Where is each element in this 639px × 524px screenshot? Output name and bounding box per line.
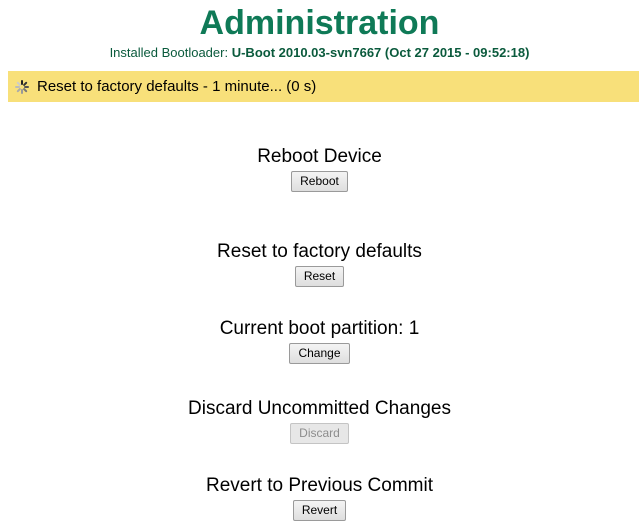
discard-heading: Discard Uncommitted Changes: [188, 398, 451, 419]
reboot-button[interactable]: Reboot: [291, 171, 348, 192]
revert-heading: Revert to Previous Commit: [205, 475, 433, 496]
bootloader-version: U-Boot 2010.03-svn7667 (Oct 27 2015 - 09…: [231, 45, 530, 60]
boot-partition-heading: Current boot partition: 1: [219, 318, 420, 339]
boot-partition-section: Current boot partition: 1 Change: [0, 318, 639, 364]
discard-section: Discard Uncommitted Changes Discard: [0, 398, 639, 444]
discard-button: Discard: [290, 423, 349, 444]
revert-button[interactable]: Revert: [292, 500, 347, 521]
page-title: Administration: [199, 4, 440, 42]
status-bar: Reset to factory defaults - 1 minute... …: [8, 71, 639, 102]
revert-section: Revert to Previous Commit Revert: [0, 475, 639, 521]
spinner-icon: [14, 79, 30, 95]
status-message: Reset to factory defaults - 1 minute... …: [37, 78, 317, 95]
reset-section: Reset to factory defaults Reset: [0, 241, 639, 287]
reset-heading: Reset to factory defaults: [217, 241, 422, 262]
bootloader-label: Installed Bootloader:: [109, 45, 229, 60]
admin-page: Administration Installed Bootloader: U-B…: [0, 0, 639, 524]
reset-button[interactable]: Reset: [294, 266, 345, 287]
reboot-section: Reboot Device Reboot: [0, 146, 639, 192]
change-partition-button[interactable]: Change: [289, 343, 350, 364]
reboot-heading: Reboot Device: [257, 146, 382, 167]
bootloader-info: Installed Bootloader: U-Boot 2010.03-svn…: [0, 44, 639, 62]
